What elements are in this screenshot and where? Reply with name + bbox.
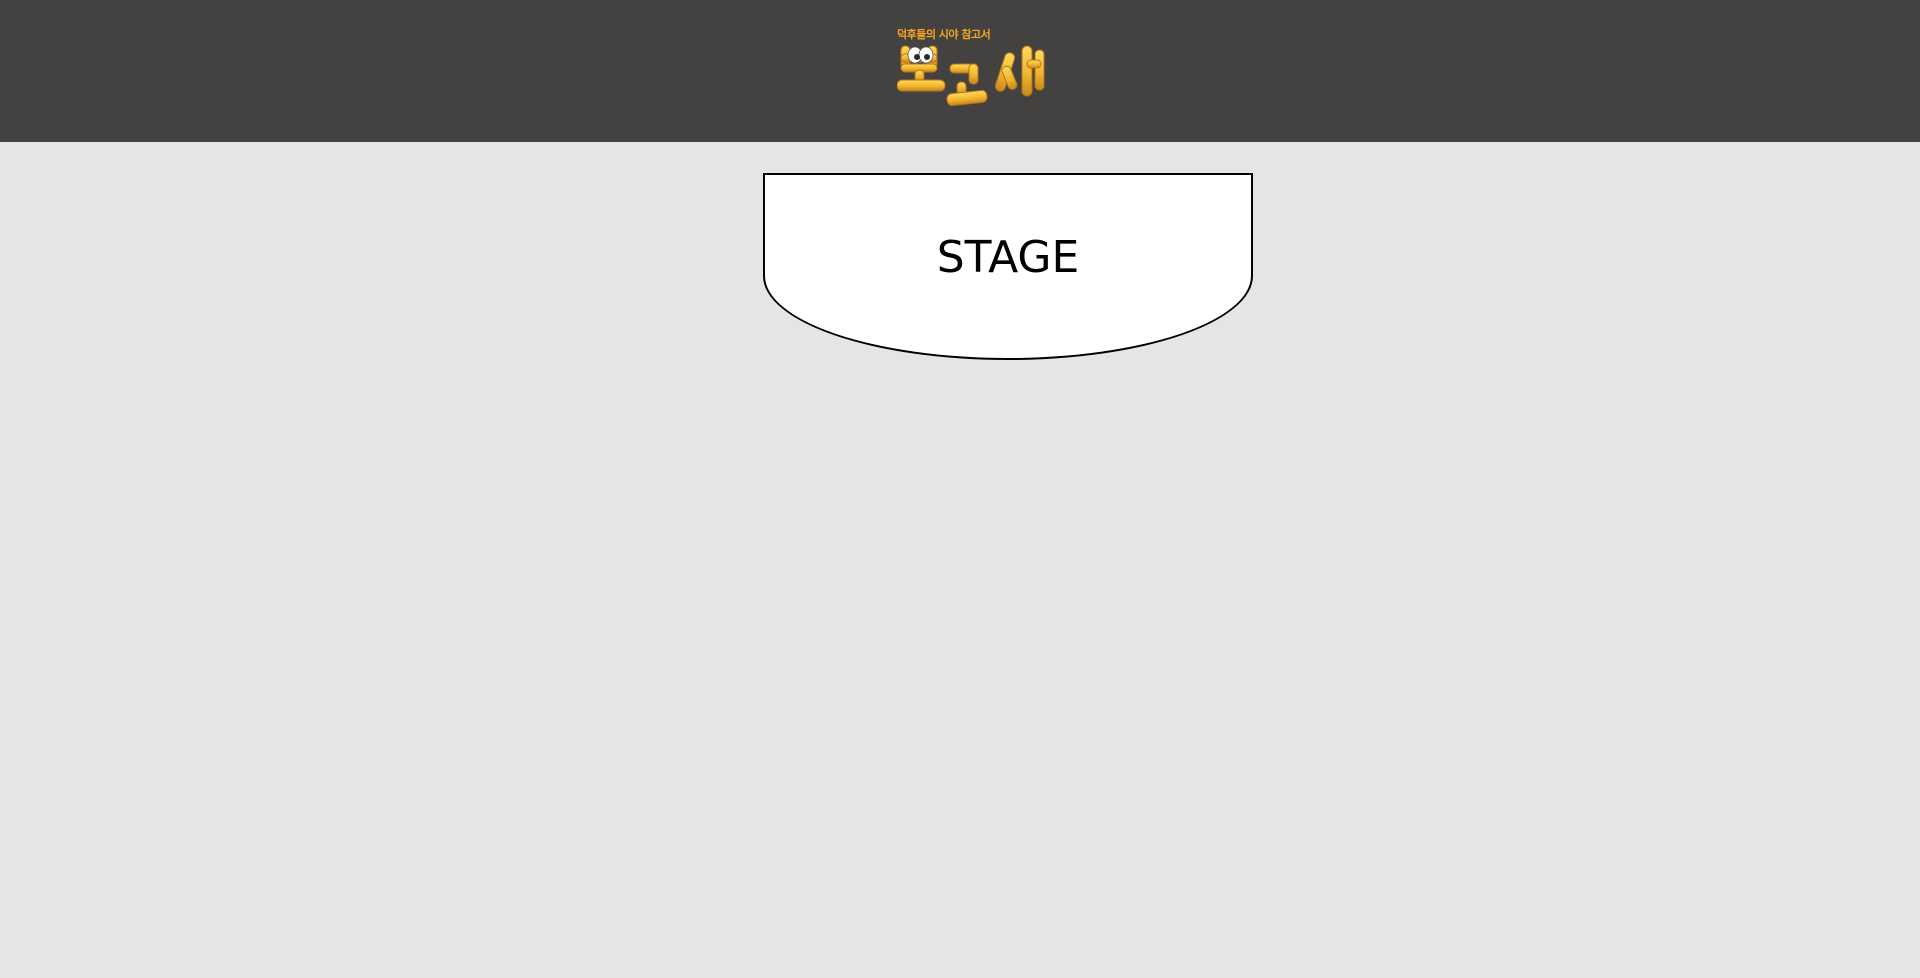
logo-eyes-icon [907,46,934,64]
stage-label: STAGE [936,232,1080,283]
stage-shape: STAGE [763,173,1253,360]
top-header: 덕후들의 시야 참고서 [0,0,1920,142]
site-logo[interactable]: 덕후들의 시야 참고서 [897,28,1049,112]
logo-wordmark [897,45,1045,107]
venue-map-area: STAGE [0,142,1920,978]
